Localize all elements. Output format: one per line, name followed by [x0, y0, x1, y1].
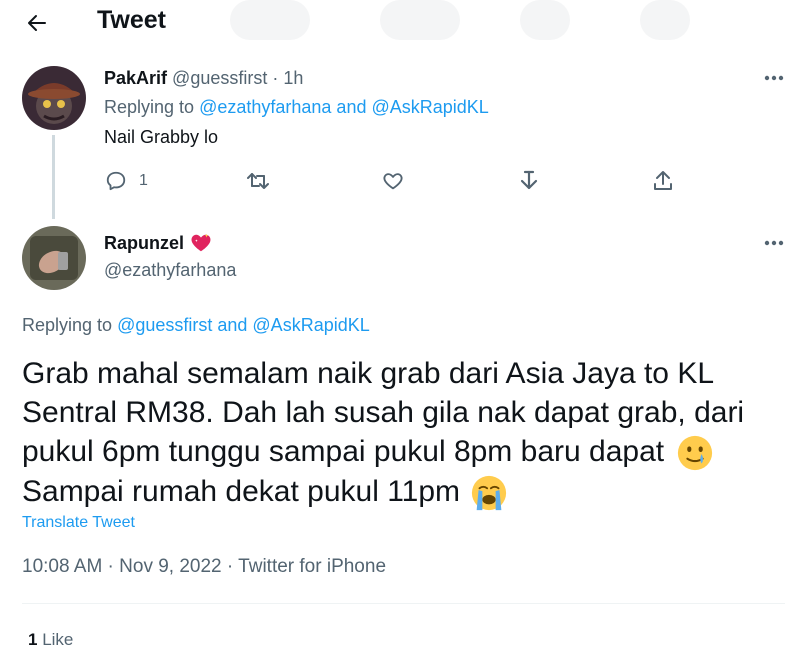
top-bar: Tweet	[0, 0, 803, 46]
reply-tweet-text: Nail Grabby lo	[104, 127, 219, 147]
likes-count-link[interactable]: 1 Like	[28, 630, 73, 650]
tweet-text-segment: Sampai rumah dekat pukul 11pm	[22, 475, 461, 509]
loudly-crying-emoji-icon	[471, 476, 507, 511]
downvote-button[interactable]	[519, 168, 539, 194]
translate-tweet-link[interactable]: Translate Tweet	[22, 514, 135, 532]
tweet-text-line: Grab mahal semalam naik grab dari Asia J…	[22, 357, 715, 390]
back-button[interactable]	[22, 8, 52, 38]
thread-connector-line	[52, 135, 55, 219]
likes-label: Like	[42, 630, 74, 649]
separator-dot: ·	[272, 68, 279, 88]
reply-time[interactable]: 1h	[283, 68, 303, 88]
main-tweet-text: Grab mahal semalam naik grab dari Asia J…	[22, 354, 792, 512]
tweet-text-line-with-emoji: Sampai rumah dekat pukul 11pm	[22, 472, 792, 512]
comment-icon	[106, 171, 126, 191]
likes-count: 1	[28, 630, 38, 649]
retweet-icon	[247, 173, 269, 189]
tear-smile-emoji-icon	[677, 435, 713, 471]
replying-prefix: Replying to	[22, 315, 113, 335]
arrow-left-icon	[28, 15, 46, 31]
reply-count: 1	[139, 172, 148, 189]
more-horizontal-icon	[764, 75, 784, 81]
main-author-line: Rapunzel	[104, 232, 212, 254]
more-horizontal-icon	[764, 240, 784, 246]
share-icon	[654, 171, 672, 190]
main-replying-to: Replying to @guessfirst and @AskRapidKL	[22, 315, 370, 336]
avatar-pakarif[interactable]	[22, 66, 86, 130]
blurred-placeholder	[230, 0, 310, 40]
replying-users-link[interactable]: @guessfirst and @AskRapidKL	[117, 315, 370, 335]
replying-prefix: Replying to	[104, 97, 195, 117]
tweet-text-segment: pukul 6pm tunggu sampai pukul 8pm baru d…	[22, 435, 665, 468]
avatar-image	[22, 66, 86, 130]
heart-icon	[383, 173, 403, 190]
share-button[interactable]	[653, 168, 673, 194]
reply-author-name[interactable]: PakArif	[104, 68, 167, 88]
main-more-button[interactable]	[762, 233, 786, 253]
reply-author-line: PakArif @guessfirst · 1h	[104, 68, 303, 89]
page-title: Tweet	[97, 6, 166, 34]
retweet-button[interactable]	[246, 168, 270, 194]
replying-users-link[interactable]: @ezathyfarhana and @AskRapidKL	[199, 97, 489, 117]
tweet-timestamp[interactable]: 10:08 AM · Nov 9, 2022 · Twitter for iPh…	[22, 556, 386, 578]
blurred-placeholder	[640, 0, 690, 40]
arrow-down-icon	[520, 170, 538, 190]
blurred-placeholder	[520, 0, 570, 40]
tweet-text-line: Sentral RM38. Dah lah susah gila nak dap…	[22, 396, 745, 429]
like-button[interactable]	[382, 168, 404, 194]
blurred-placeholder	[380, 0, 460, 40]
main-author-handle[interactable]: @ezathyfarhana	[104, 260, 236, 281]
main-author-name[interactable]: Rapunzel	[104, 233, 184, 254]
reply-author-handle[interactable]: @guessfirst	[172, 68, 267, 88]
heart-sparkle-icon	[191, 233, 211, 252]
divider	[22, 603, 785, 604]
reply-replying-to: Replying to @ezathyfarhana and @AskRapid…	[104, 97, 489, 118]
reply-button[interactable]: 1	[105, 168, 148, 194]
avatar-rapunzel[interactable]	[22, 226, 86, 290]
avatar-image	[22, 226, 86, 290]
tweet-text-line-with-emoji: pukul 6pm tunggu sampai pukul 8pm baru d…	[22, 432, 792, 472]
reply-more-button[interactable]	[762, 68, 786, 88]
